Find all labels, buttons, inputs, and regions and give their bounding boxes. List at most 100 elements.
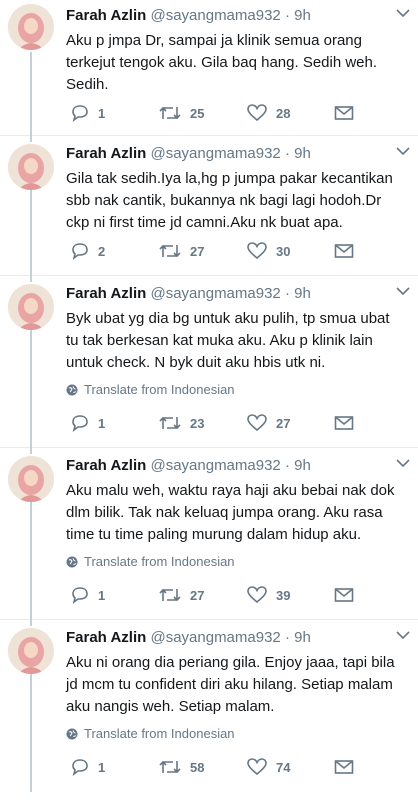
reply-icon — [72, 415, 88, 432]
author-name[interactable]: Farah Azlin — [66, 7, 146, 24]
direct-message-button[interactable] — [334, 240, 354, 262]
thread-line — [30, 330, 32, 448]
thread-line — [30, 52, 32, 136]
tweet[interactable]: Farah Azlin @sayangmama932 · 9h Aku ni o… — [0, 620, 418, 804]
author-handle[interactable]: @sayangmama932 — [150, 285, 280, 302]
thread-line — [30, 502, 32, 620]
tweet[interactable]: Farah Azlin @sayangmama932 · 9h Aku p jm… — [0, 0, 418, 136]
retweet-button[interactable]: 25 — [158, 102, 204, 124]
tweet[interactable]: Farah Azlin @sayangmama932 · 9h Byk ubat… — [0, 276, 418, 448]
tweet-actions: 2 27 30 — [66, 240, 366, 262]
reply-icon — [72, 105, 88, 122]
author-name[interactable]: Farah Azlin — [66, 145, 146, 162]
direct-message-button[interactable] — [334, 102, 354, 124]
author-handle[interactable]: @sayangmama932 — [150, 457, 280, 474]
retweet-button[interactable]: 27 — [158, 240, 204, 262]
author-handle[interactable]: @sayangmama932 — [150, 145, 280, 162]
author-name[interactable]: Farah Azlin — [66, 457, 146, 474]
reply-button[interactable]: 1 — [70, 584, 105, 606]
tweet-timestamp[interactable]: 9h — [294, 285, 311, 302]
retweet-button[interactable]: 58 — [158, 756, 204, 778]
thread-line — [30, 190, 32, 276]
like-count: 27 — [276, 415, 291, 431]
thread-line — [30, 620, 32, 626]
chevron-down-icon[interactable] — [396, 286, 410, 296]
avatar[interactable] — [8, 628, 54, 674]
thread-line — [30, 276, 32, 282]
like-count: 28 — [276, 105, 291, 121]
tweet-actions: 1 27 39 — [66, 584, 366, 606]
reply-button[interactable]: 1 — [70, 102, 105, 124]
avatar[interactable] — [8, 144, 54, 190]
separator-dot: · — [284, 285, 290, 302]
chevron-down-icon[interactable] — [396, 146, 410, 156]
tweet[interactable]: Farah Azlin @sayangmama932 · 9h Aku malu… — [0, 448, 418, 620]
tweet-header: Farah Azlin @sayangmama932 · 9h — [66, 284, 388, 304]
avatar[interactable] — [8, 4, 54, 50]
thread-line — [30, 448, 32, 454]
tweet-text: Gila tak sedih.Iya la,hg p jumpa pakar k… — [66, 170, 393, 231]
retweet-button[interactable]: 23 — [158, 412, 204, 434]
tweet-text: Aku malu weh, waktu raya haji aku bebai … — [66, 482, 395, 543]
translate-link[interactable]: Translate from Indonesian — [66, 382, 235, 398]
direct-message-icon — [334, 588, 354, 602]
like-count: 39 — [276, 587, 291, 603]
like-icon — [247, 586, 267, 604]
direct-message-button[interactable] — [334, 756, 354, 778]
translate-label: Translate from Indonesian — [84, 382, 235, 397]
like-button[interactable]: 28 — [246, 102, 290, 124]
tweet-timestamp[interactable]: 9h — [294, 7, 311, 24]
like-icon — [247, 242, 267, 260]
author-name[interactable]: Farah Azlin — [66, 285, 146, 302]
retweet-icon — [159, 416, 181, 430]
like-button[interactable]: 74 — [246, 756, 290, 778]
translate-label: Translate from Indonesian — [84, 554, 235, 569]
translate-link[interactable]: Translate from Indonesian — [66, 554, 235, 570]
reply-button[interactable]: 1 — [70, 756, 105, 778]
reply-button[interactable]: 2 — [70, 240, 105, 262]
retweet-count: 23 — [190, 415, 205, 431]
like-button[interactable]: 30 — [246, 240, 290, 262]
author-handle[interactable]: @sayangmama932 — [150, 629, 280, 646]
retweet-count: 27 — [190, 587, 205, 603]
retweet-icon — [159, 244, 181, 258]
avatar[interactable] — [8, 284, 54, 330]
tweet-timestamp[interactable]: 9h — [294, 145, 311, 162]
direct-message-button[interactable] — [334, 412, 354, 434]
reply-button[interactable]: 1 — [70, 412, 105, 434]
tweet-timestamp[interactable]: 9h — [294, 457, 311, 474]
direct-message-icon — [334, 416, 354, 430]
reply-count: 1 — [98, 587, 106, 603]
avatar[interactable] — [8, 456, 54, 502]
thread-line — [30, 136, 32, 142]
retweet-count: 58 — [190, 759, 205, 775]
direct-message-icon — [334, 106, 354, 120]
chevron-down-icon[interactable] — [396, 630, 410, 640]
tweet-header: Farah Azlin @sayangmama932 · 9h — [66, 144, 388, 164]
chevron-down-icon[interactable] — [396, 458, 410, 468]
author-handle[interactable]: @sayangmama932 — [150, 7, 280, 24]
tweet-timestamp[interactable]: 9h — [294, 629, 311, 646]
retweet-button[interactable]: 27 — [158, 584, 204, 606]
like-icon — [247, 414, 267, 432]
like-button[interactable]: 27 — [246, 412, 290, 434]
separator-dot: · — [284, 145, 290, 162]
separator-dot: · — [284, 7, 290, 24]
like-button[interactable]: 39 — [246, 584, 290, 606]
chevron-down-icon[interactable] — [396, 8, 410, 18]
tweet[interactable]: Farah Azlin @sayangmama932 · 9h Gila tak… — [0, 136, 418, 276]
translate-link[interactable]: Translate from Indonesian — [66, 726, 235, 742]
globe-icon — [66, 384, 78, 396]
reply-count: 2 — [98, 243, 106, 259]
direct-message-button[interactable] — [334, 584, 354, 606]
tweet-thread: Farah Azlin @sayangmama932 · 9h Aku p jm… — [0, 0, 418, 804]
tweet-text: Aku ni orang dia periang gila. Enjoy jaa… — [66, 654, 395, 715]
separator-dot: · — [284, 629, 290, 646]
tweet-actions: 1 25 28 — [66, 102, 366, 124]
reply-icon — [72, 759, 88, 776]
retweet-count: 25 — [190, 105, 205, 121]
author-name[interactable]: Farah Azlin — [66, 629, 146, 646]
reply-icon — [72, 587, 88, 604]
reply-count: 1 — [98, 415, 106, 431]
reply-count: 1 — [98, 105, 106, 121]
